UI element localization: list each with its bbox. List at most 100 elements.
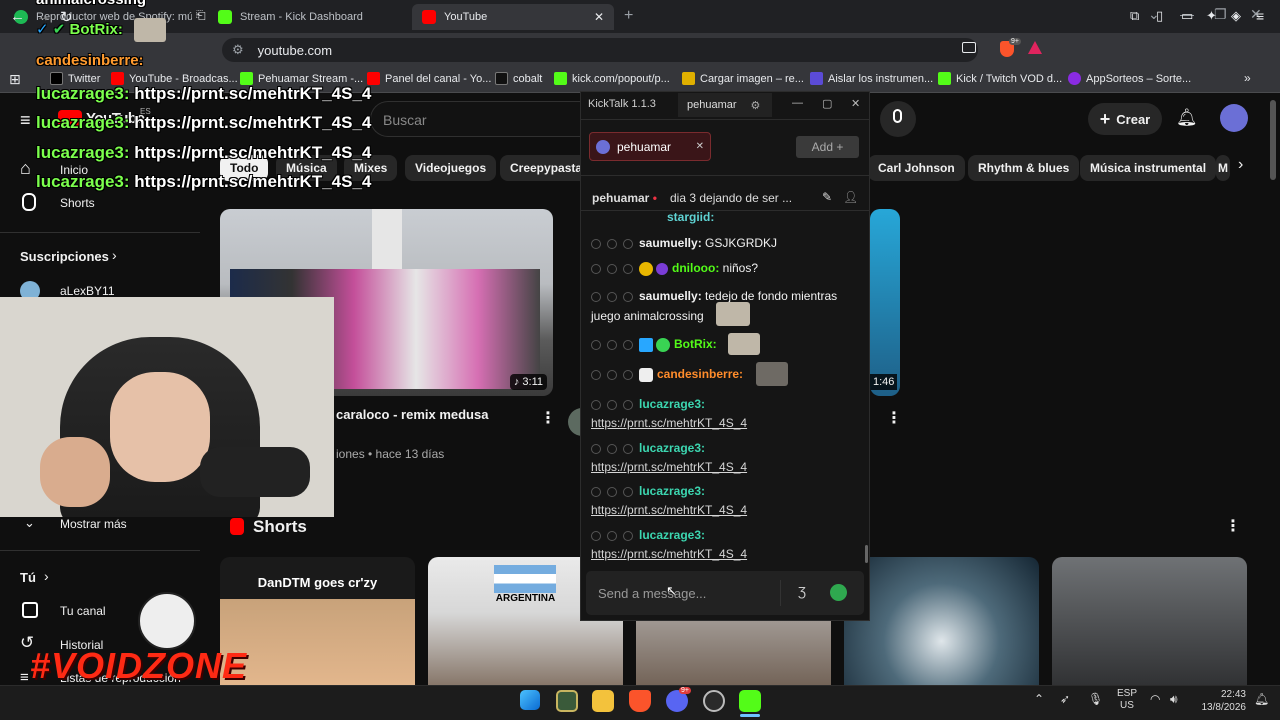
video-title[interactable]: caraloco - remix medusa <box>336 407 488 422</box>
mod-action-icon[interactable] <box>623 291 633 302</box>
chat-username[interactable]: lucazrage3: <box>639 397 705 411</box>
mod-action-icon[interactable] <box>623 399 633 410</box>
message-input[interactable]: Send a message... Ʒ <box>586 571 864 615</box>
hamburger-menu-icon[interactable]: ≡ <box>20 110 31 131</box>
bookmark-item[interactable]: Panel del canal - Yo... <box>367 72 491 85</box>
bookmark-item[interactable]: cobalt <box>495 72 542 85</box>
kicktalk-icon[interactable] <box>739 690 761 712</box>
more-bookmarks-icon[interactable]: » <box>1244 71 1251 85</box>
wifi-icon[interactable]: ◠ <box>1150 692 1160 706</box>
chat-username[interactable]: stargiid: <box>667 210 714 224</box>
wallet-icon[interactable]: ▭ <box>1181 8 1193 24</box>
close-tab-icon[interactable]: ✕ <box>594 10 604 24</box>
apps-grid-icon[interactable]: ⊞ <box>9 71 21 88</box>
notifications-bell-icon[interactable]: 🔔︎ <box>1176 108 1198 128</box>
tab-youtube[interactable]: YouTube ✕ <box>412 4 614 30</box>
tab-kick-dashboard[interactable]: Stream - Kick Dashboard <box>208 4 406 30</box>
maximize-icon[interactable]: ▢ <box>822 97 832 110</box>
mod-action-icon[interactable] <box>623 443 633 454</box>
site-info-icon[interactable]: ⚙ <box>232 42 244 58</box>
mod-action-icon[interactable] <box>591 339 601 350</box>
playlists-icon[interactable]: ≡ <box>20 669 29 686</box>
brave-icon[interactable] <box>629 690 651 712</box>
mod-action-icon[interactable] <box>591 486 601 497</box>
new-tab-icon[interactable]: + <box>624 7 633 25</box>
minimize-icon[interactable]: — <box>792 97 803 109</box>
back-icon[interactable]: ← <box>10 8 25 25</box>
your-channel-icon[interactable] <box>22 602 38 618</box>
short-thumbnail[interactable]: DanDTM goes cr'zy <box>220 557 415 697</box>
user-icon[interactable]: 👤︎ <box>843 190 858 204</box>
chat-link[interactable]: https://prnt.sc/mehtrKT_4S_4 <box>591 503 747 517</box>
brave-rewards-icon[interactable] <box>1028 41 1042 54</box>
kicktalk-user-tab[interactable]: pehuamar ⚙ <box>678 93 772 117</box>
chat-username[interactable]: lucazrage3: <box>639 528 705 542</box>
tray-chevron-icon[interactable]: ⌃ <box>1034 692 1044 706</box>
mod-action-icon[interactable] <box>623 238 633 249</box>
sidebar-mostrar-mas[interactable]: Mostrar más <box>60 517 127 531</box>
mod-action-icon[interactable] <box>607 399 617 410</box>
bookmark-item[interactable]: Aislar los instrumen... <box>810 72 933 85</box>
sidebar-suscripciones[interactable]: Suscripciones <box>20 249 109 264</box>
notifications-icon[interactable]: 🔔︎ <box>1254 692 1269 706</box>
extensions-icon[interactable]: ⧉ <box>1130 8 1139 24</box>
mod-action-icon[interactable] <box>607 291 617 302</box>
mod-action-icon[interactable] <box>607 369 617 380</box>
mod-action-icon[interactable] <box>607 530 617 541</box>
home-icon[interactable]: ⌂ <box>20 158 31 179</box>
leo-ai-icon[interactable]: ✦ <box>1206 8 1217 24</box>
short-thumbnail[interactable] <box>844 557 1039 697</box>
mod-action-icon[interactable] <box>591 291 601 302</box>
chat-link[interactable]: https://prnt.sc/mehtrKT_4S_4 <box>591 547 747 561</box>
microphone-icon[interactable]: 🎙︎ <box>1088 692 1103 706</box>
menu-icon[interactable]: ≡ <box>1256 8 1264 24</box>
settings-gear-icon[interactable]: ⚙ <box>751 99 761 112</box>
emoji-picker-icon[interactable] <box>830 584 847 601</box>
tray-app-icon[interactable]: ➶ <box>1060 692 1070 706</box>
mod-action-icon[interactable] <box>623 263 633 274</box>
chat-link[interactable]: https://prnt.sc/mehtrKT_4S_4 <box>591 416 747 430</box>
bookmark-item[interactable]: Cargar imagen – re... <box>682 72 804 85</box>
more-options-icon[interactable]: ⋮ <box>886 408 902 428</box>
close-icon[interactable]: ✕ <box>851 97 860 110</box>
more-options-icon[interactable]: ⋮ <box>540 408 556 428</box>
kick-emote-icon[interactable]: Ʒ <box>798 584 806 599</box>
video-thumbnail[interactable]: 1:46 <box>870 209 900 396</box>
sidebar-icon[interactable]: ▯ <box>1156 8 1163 24</box>
chat-username[interactable]: BotRix: <box>674 337 717 351</box>
address-bar[interactable]: ⚙ youtube.com <box>222 38 978 62</box>
voice-search-button[interactable] <box>880 101 916 137</box>
mod-action-icon[interactable] <box>607 339 617 350</box>
chat-username[interactable]: lucazrage3: <box>639 484 705 498</box>
clock[interactable]: 22:43 13/8/2026 <box>1194 688 1247 714</box>
mod-action-icon[interactable] <box>591 369 601 380</box>
mod-action-icon[interactable] <box>623 369 633 380</box>
bookmark-item[interactable]: AppSorteos – Sorte... <box>1068 72 1191 85</box>
shorts-icon[interactable] <box>22 193 36 211</box>
chip-videojuegos[interactable]: Videojuegos <box>405 155 497 181</box>
file-explorer-icon[interactable] <box>592 690 614 712</box>
mod-action-icon[interactable] <box>607 486 617 497</box>
more-options-icon[interactable]: ⋮ <box>1225 516 1241 536</box>
chat-scrollbar[interactable] <box>865 545 868 563</box>
mod-action-icon[interactable] <box>591 263 601 274</box>
mod-action-icon[interactable] <box>623 486 633 497</box>
chat-username[interactable]: saumuelly: <box>639 236 702 250</box>
chat-username[interactable]: candesinberre: <box>657 367 743 381</box>
mod-action-icon[interactable] <box>623 339 633 350</box>
create-button[interactable]: + Crear <box>1088 103 1162 135</box>
chat-username[interactable]: lucazrage3: <box>639 441 705 455</box>
chevron-right-icon[interactable]: › <box>1238 156 1243 174</box>
mod-action-icon[interactable] <box>607 263 617 274</box>
vpn-icon[interactable]: ◈ <box>1231 8 1241 24</box>
sidebar-item-alexby11[interactable]: aLexBY11 <box>60 284 115 298</box>
chat-username[interactable]: dnilooo: <box>672 261 719 275</box>
channel-chip[interactable]: pehuamar ✕ <box>589 132 711 161</box>
chip-musica-instrumental[interactable]: Música instrumental <box>1080 155 1217 181</box>
chat-link[interactable]: https://prnt.sc/mehtrKT_4S_4 <box>591 460 747 474</box>
mod-action-icon[interactable] <box>591 530 601 541</box>
bookmark-icon[interactable]: ⎗ <box>196 8 206 23</box>
mod-action-icon[interactable] <box>607 238 617 249</box>
cast-icon[interactable] <box>962 42 976 53</box>
mod-action-icon[interactable] <box>623 530 633 541</box>
